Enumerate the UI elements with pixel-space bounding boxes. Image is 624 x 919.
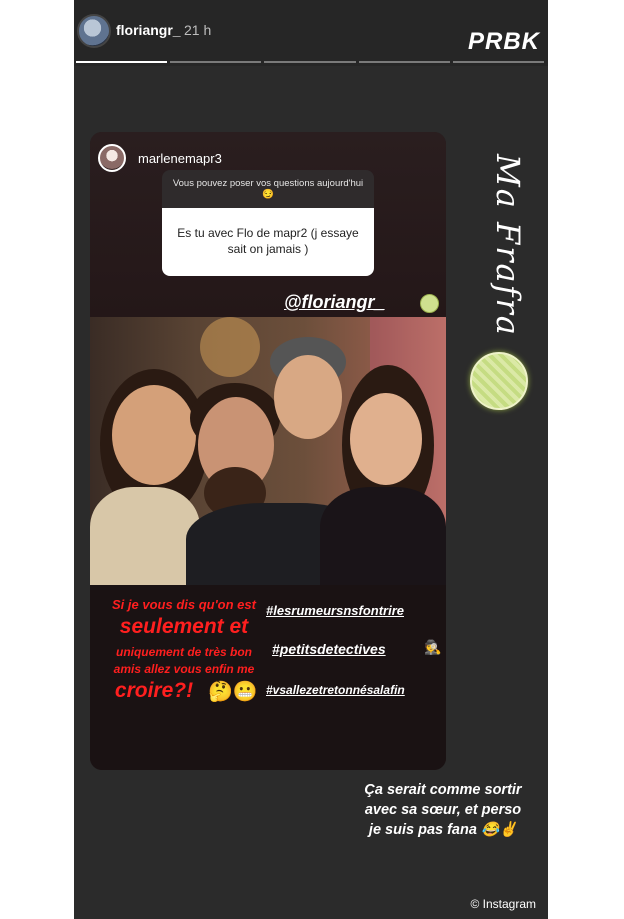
photo-person-shirt [320,487,446,585]
caption-line: croire?! [114,679,194,702]
mention-sticker[interactable]: @floriangr_ [284,292,385,313]
hashtag[interactable]: #lesrumeursnsfontrire [266,603,404,618]
photo-person-shirt [90,487,200,585]
note-line: je suis pas fana 😂✌ [368,822,518,838]
detective-emoji-icon: 🕵 [424,639,442,655]
hashtag[interactable]: #vsallezetretonnésalafin [266,683,405,697]
caption-emoji: 🤔😬 [208,681,258,703]
story-username[interactable]: floriangr_ [116,22,181,38]
card-username[interactable]: marlenemapr3 [138,151,222,166]
caption-line: amis allez vous enfin me [113,662,255,676]
brand-logo: PRBK [467,28,540,55]
reshared-story-card[interactable]: marlenemapr3 Vous pouvez poser vos quest… [90,132,446,770]
question-answer: Es tu avec Flo de mapr2 (j essaye sait o… [162,208,374,276]
note-line: Ça serait comme sortir [364,782,522,798]
story-header: floriangr_ 21 h PRBK [74,0,548,66]
caption-line: seulement et [119,615,249,638]
progress-segment [264,61,356,63]
story-text-note: Ça serait comme sortir avec sa sœur, et … [338,780,548,840]
photo-person-face [350,393,422,485]
card-avatar[interactable] [98,144,126,172]
progress-segment [358,61,450,63]
caption-line: uniquement de très bon [115,645,252,659]
photo-person-face [274,355,342,439]
hashtag[interactable]: #petitsdetectives [272,641,386,657]
credit-label: © Instagram [470,897,536,911]
story-caption: Si je vous dis qu'on est seulement et un… [90,585,446,770]
progress-segment [76,61,168,63]
photo-background-lamp [200,317,260,377]
story-progress-bar [76,61,545,64]
avatar[interactable] [77,14,111,48]
melon-sticker-icon [470,352,528,410]
progress-segment [452,61,545,63]
group-selfie-photo [90,317,446,585]
photo-person-face [112,385,196,485]
progress-segment [170,61,262,63]
note-line: avec sa sœur, et perso [364,802,522,818]
question-sticker: Vous pouvez poser vos questions aujourd'… [162,170,374,276]
question-prompt: Vous pouvez poser vos questions aujourd'… [162,170,374,208]
story-frame: floriangr_ 21 h PRBK marlenemapr3 Vous p… [74,0,548,919]
melon-emoji-icon [420,294,439,313]
story-timestamp: 21 h [184,22,212,38]
caption-line: Si je vous dis qu'on est [112,597,256,612]
card-header: marlenemapr3 Vous pouvez poser vos quest… [90,132,446,317]
